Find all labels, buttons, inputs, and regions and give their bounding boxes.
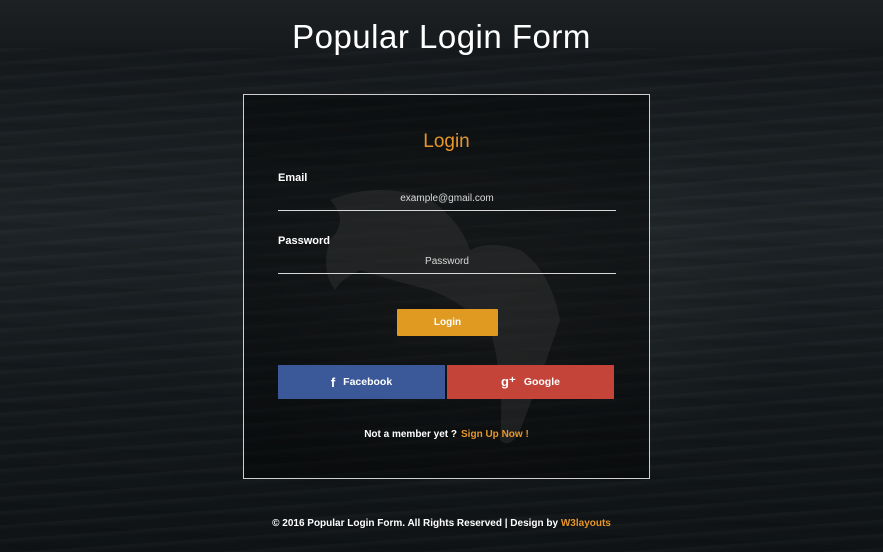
login-button[interactable]: Login — [397, 309, 498, 336]
signup-prompt: Not a member yet ? Sign Up Now ! — [244, 429, 649, 440]
member-text: Not a member yet ? — [364, 429, 458, 440]
password-field[interactable] — [278, 249, 616, 274]
password-label: Password — [278, 235, 330, 247]
w3layouts-link[interactable]: W3layouts — [561, 518, 611, 529]
footer: © 2016 Popular Login Form. All Rights Re… — [0, 518, 883, 529]
page-title: Popular Login Form — [292, 18, 591, 55]
login-card: Login Email Password Login f Facebook g⁺… — [243, 94, 650, 479]
email-label: Email — [278, 172, 308, 184]
facebook-label: Facebook — [343, 376, 393, 388]
login-heading: Login — [423, 131, 470, 152]
signup-link[interactable]: Sign Up Now ! — [461, 429, 529, 440]
facebook-login-button[interactable]: f Facebook — [278, 365, 445, 399]
google-label: Google — [523, 376, 560, 388]
email-field[interactable] — [278, 186, 616, 211]
google-plus-icon: g⁺ — [501, 374, 516, 389]
google-login-button[interactable]: g⁺ Google — [447, 365, 614, 399]
facebook-icon: f — [330, 374, 336, 390]
footer-text: © 2016 Popular Login Form. All Rights Re… — [272, 518, 559, 529]
